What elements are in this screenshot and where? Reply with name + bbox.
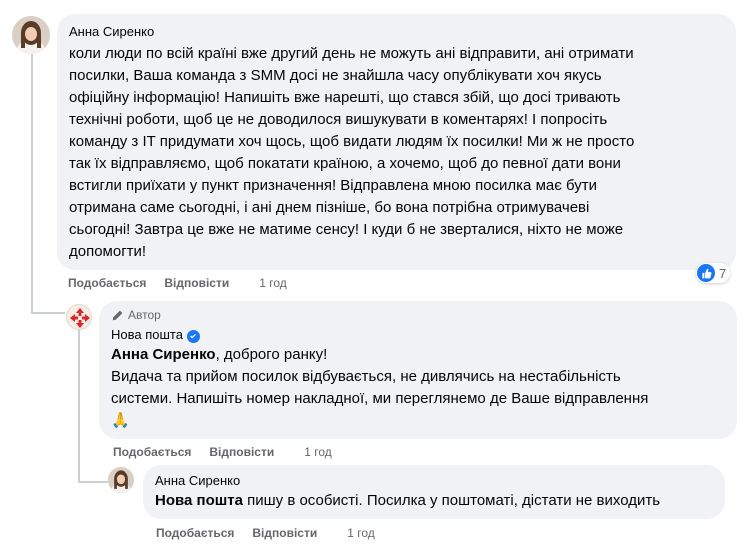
like-button[interactable]: Подобається [113,445,191,459]
comment-author[interactable]: Анна Сиренко [69,24,724,39]
thread-line-sub-branch [78,481,108,483]
reply-text: Анна Сиренко, доброго ранку! Видача та п… [111,344,725,432]
reply-button[interactable]: Відповісти [164,276,229,290]
pen-icon [111,309,124,322]
reply-bubble: Анна Сиренко Нова пошта пишу в особисті.… [143,465,725,519]
reaction-count: 7 [719,265,727,281]
like-button[interactable]: Подобається [156,526,234,540]
reply-author[interactable]: Анна Сиренко [155,473,713,488]
author-tag: Автор [111,307,725,323]
verified-check-icon [186,329,200,343]
reply-button[interactable]: Відповісти [209,445,274,459]
pray-emoji: 🙏 [111,411,130,429]
mention-link[interactable]: Нова пошта [155,492,243,509]
thread-line-branch [31,312,65,314]
thread-line-sub [78,330,80,482]
mention-link[interactable]: Анна Сиренко [111,346,216,363]
avatar[interactable] [108,467,134,493]
reply-actions: Подобається Відповісти 1 год [113,445,332,459]
reaction-badge[interactable]: 7 [696,263,731,283]
timestamp[interactable]: 1 год [259,276,287,290]
avatar[interactable] [66,304,92,330]
thread-line-main [31,50,33,314]
reply-actions: Подобається Відповісти 1 год [156,526,375,540]
avatar[interactable] [12,16,50,54]
like-button[interactable]: Подобається [68,276,146,290]
timestamp[interactable]: 1 год [304,445,332,459]
reply-bubble: Автор Нова пошта Анна Сиренко, доброго р… [99,301,737,439]
comment-text: коли люди по всій країні вже другий день… [69,45,635,260]
comment-actions: Подобається Відповісти 1 год [68,276,287,290]
thumbs-up-icon [697,264,715,282]
reply-author: Нова пошта [111,327,725,343]
reply-text: Нова пошта пишу в особисті. Посилка у по… [155,492,661,509]
reply-button[interactable]: Відповісти [252,526,317,540]
comment-bubble: Анна Сиренко коли люди по всій країні вж… [57,14,736,270]
timestamp[interactable]: 1 год [347,526,375,540]
